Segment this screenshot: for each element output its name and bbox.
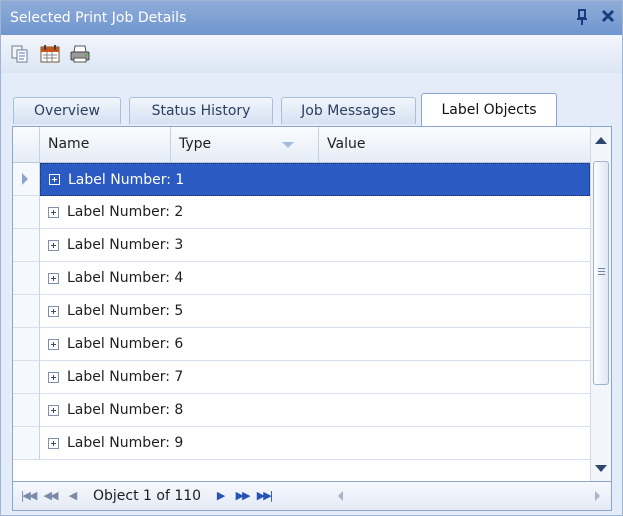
print-button[interactable] — [69, 43, 91, 65]
column-header-value[interactable]: Value — [319, 127, 590, 162]
first-page-icon[interactable]: |◀◀ — [17, 486, 39, 506]
print-job-details-panel: Selected Print Job Details Overview Stat… — [0, 0, 623, 516]
last-page-icon[interactable]: ▶▶| — [253, 486, 275, 506]
copy-button[interactable] — [9, 43, 31, 65]
current-row-indicator-icon — [22, 173, 28, 185]
row-selector[interactable] — [13, 229, 40, 262]
row-label: Label Number: 6 — [67, 336, 184, 352]
next-record-icon[interactable]: ▶ — [209, 486, 231, 506]
tab-overview[interactable]: Overview — [13, 97, 121, 124]
copy-icon — [11, 45, 28, 63]
grip-icon — [598, 268, 605, 269]
close-button[interactable] — [600, 9, 616, 25]
tab-job-messages[interactable]: Job Messages — [281, 97, 416, 124]
scroll-thumb[interactable] — [593, 161, 609, 385]
row-label: Label Number: 2 — [67, 204, 184, 220]
table-row[interactable]: Label Number: 8 — [40, 394, 590, 427]
pin-icon — [577, 9, 587, 25]
table-row[interactable]: Label Number: 1 — [40, 163, 590, 196]
record-position-text: Object 1 of 110 — [93, 488, 202, 504]
row-label: Label Number: 7 — [67, 369, 184, 385]
next-page-icon[interactable]: ▶▶ — [231, 486, 253, 506]
printer-icon — [70, 45, 90, 63]
sort-arrow-icon — [282, 142, 294, 148]
expand-icon[interactable] — [48, 338, 59, 350]
row-selector[interactable] — [13, 361, 40, 394]
table-row[interactable]: Label Number: 4 — [40, 262, 590, 295]
label-objects-grid: Name Type Value Label Number: 1 Label Nu… — [12, 126, 612, 482]
row-selector[interactable] — [13, 295, 40, 328]
vertical-scrollbar[interactable] — [590, 127, 611, 481]
row-selector[interactable] — [13, 262, 40, 295]
expand-icon[interactable] — [48, 404, 59, 416]
row-label: Label Number: 1 — [68, 171, 185, 188]
header-row-selector — [13, 127, 40, 162]
record-navigator: |◀◀ ◀◀ ◀ Object 1 of 110 ▶ ▶▶ ▶▶| — [12, 482, 612, 511]
row-label: Label Number: 5 — [67, 303, 184, 319]
row-selector[interactable] — [13, 394, 40, 427]
tab-status-history[interactable]: Status History — [129, 97, 273, 124]
expand-icon[interactable] — [49, 174, 60, 185]
horizontal-scrollbar[interactable] — [338, 486, 600, 506]
scroll-right-arrow-icon[interactable] — [595, 491, 600, 501]
table-row[interactable]: Label Number: 2 — [40, 196, 590, 229]
scroll-down-arrow-icon[interactable] — [591, 457, 611, 481]
panel-title: Selected Print Job Details — [10, 10, 187, 26]
row-label: Label Number: 4 — [67, 270, 184, 286]
schedule-button[interactable] — [39, 43, 61, 65]
table-row[interactable]: Label Number: 7 — [40, 361, 590, 394]
expand-icon[interactable] — [48, 272, 59, 284]
title-bar: Selected Print Job Details — [1, 1, 622, 35]
expand-icon[interactable] — [48, 371, 59, 383]
table-row[interactable]: Label Number: 6 — [40, 328, 590, 361]
row-selector[interactable] — [13, 427, 40, 460]
expand-icon[interactable] — [48, 437, 59, 449]
previous-record-icon[interactable]: ◀ — [61, 486, 83, 506]
scroll-left-arrow-icon[interactable] — [338, 491, 343, 501]
row-label: Label Number: 8 — [67, 402, 184, 418]
expand-icon[interactable] — [48, 305, 59, 317]
toolbar — [1, 35, 622, 73]
table-row[interactable]: Label Number: 9 — [40, 427, 590, 460]
title-buttons — [574, 9, 616, 25]
previous-page-icon[interactable]: ◀◀ — [39, 486, 61, 506]
row-selector[interactable] — [13, 163, 40, 196]
column-header-name[interactable]: Name — [40, 127, 171, 162]
expand-icon[interactable] — [48, 206, 59, 218]
row-selector[interactable] — [13, 328, 40, 361]
grid-header: Name Type Value — [13, 127, 590, 163]
column-header-type[interactable]: Type — [171, 127, 319, 162]
pin-button[interactable] — [574, 9, 590, 25]
row-label: Label Number: 9 — [67, 435, 184, 451]
row-selector[interactable] — [13, 196, 40, 229]
row-label: Label Number: 3 — [67, 237, 184, 253]
expand-icon[interactable] — [48, 239, 59, 251]
table-row[interactable]: Label Number: 3 — [40, 229, 590, 262]
scroll-up-arrow-icon[interactable] — [591, 127, 611, 151]
close-icon — [601, 9, 615, 23]
column-header-type-label: Type — [179, 136, 212, 152]
calendar-icon — [40, 45, 60, 63]
tab-label-objects[interactable]: Label Objects — [421, 93, 557, 126]
table-row[interactable]: Label Number: 5 — [40, 295, 590, 328]
